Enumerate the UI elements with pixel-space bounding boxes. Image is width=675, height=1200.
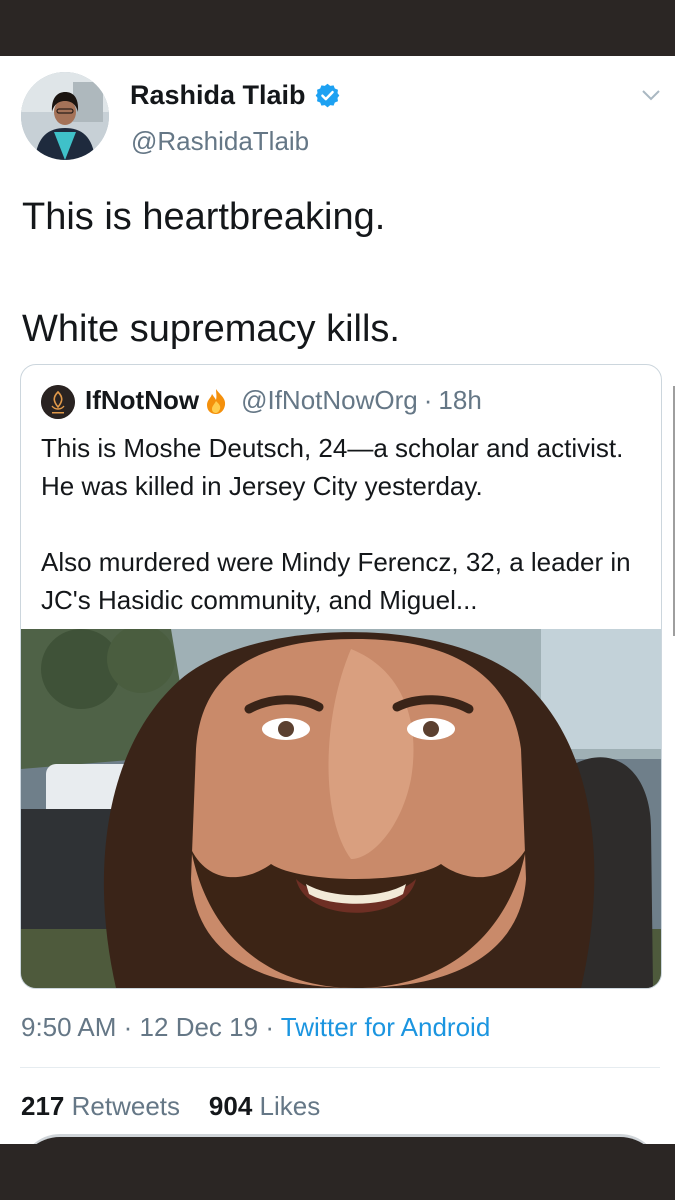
quoted-tweet-text: This is Moshe Deutsch, 24—a scholar and … [41,433,631,615]
tweet-stats: 217 Retweets 904 Likes [21,1091,320,1122]
tweet-meta: 9:50 AM · 12 Dec 19 · Twitter for Androi… [21,1012,490,1043]
likes-count: 904 [208,1091,253,1121]
quoted-tweet-header: IfNotNow @IfNotNowOrg · 18h [85,385,482,416]
reply-bar[interactable] [20,1134,660,1144]
retweets-stat[interactable]: 217 Retweets [21,1091,180,1121]
tweet-source-link[interactable]: Twitter for Android [281,1012,491,1042]
tweet-text: This is heartbreaking. White supremacy k… [22,196,400,350]
navigation-bar [0,1144,675,1200]
avatar[interactable] [21,72,109,160]
chevron-down-icon[interactable] [640,84,662,106]
tweet-date[interactable]: 12 Dec 19 [140,1012,259,1042]
author-name[interactable]: Rashida Tlaib [130,80,341,111]
author-handle[interactable]: @RashidaTlaib [131,126,309,157]
quoted-author-name[interactable]: IfNotNow [85,385,199,416]
author-name-text[interactable]: Rashida Tlaib [130,80,306,111]
retweets-count: 217 [21,1091,65,1121]
fire-emoji-icon [207,388,226,414]
tweet-time[interactable]: 9:50 AM [21,1012,116,1042]
likes-stat[interactable]: 904 Likes [209,1091,320,1121]
meta-separator-2: · [265,1012,274,1042]
verified-badge-icon [315,83,339,108]
quoted-tweet[interactable]: IfNotNow @IfNotNowOrg · 18h This is Mosh… [20,364,662,989]
header-separator: · [423,385,433,415]
divider [20,1067,660,1068]
tweet-card: Rashida Tlaib @RashidaTlaib This is hear… [0,56,675,1144]
quoted-tweet-photo[interactable] [21,629,661,988]
quoted-tweet-time[interactable]: 18h [438,385,481,416]
meta-separator-1: · [123,1012,133,1042]
quoted-author-handle[interactable]: @IfNotNowOrg [241,385,418,416]
retweets-label: Retweets [71,1091,181,1121]
likes-label: Likes [259,1091,321,1121]
status-bar [0,0,675,56]
ifnotnow-logo-icon [41,385,75,419]
